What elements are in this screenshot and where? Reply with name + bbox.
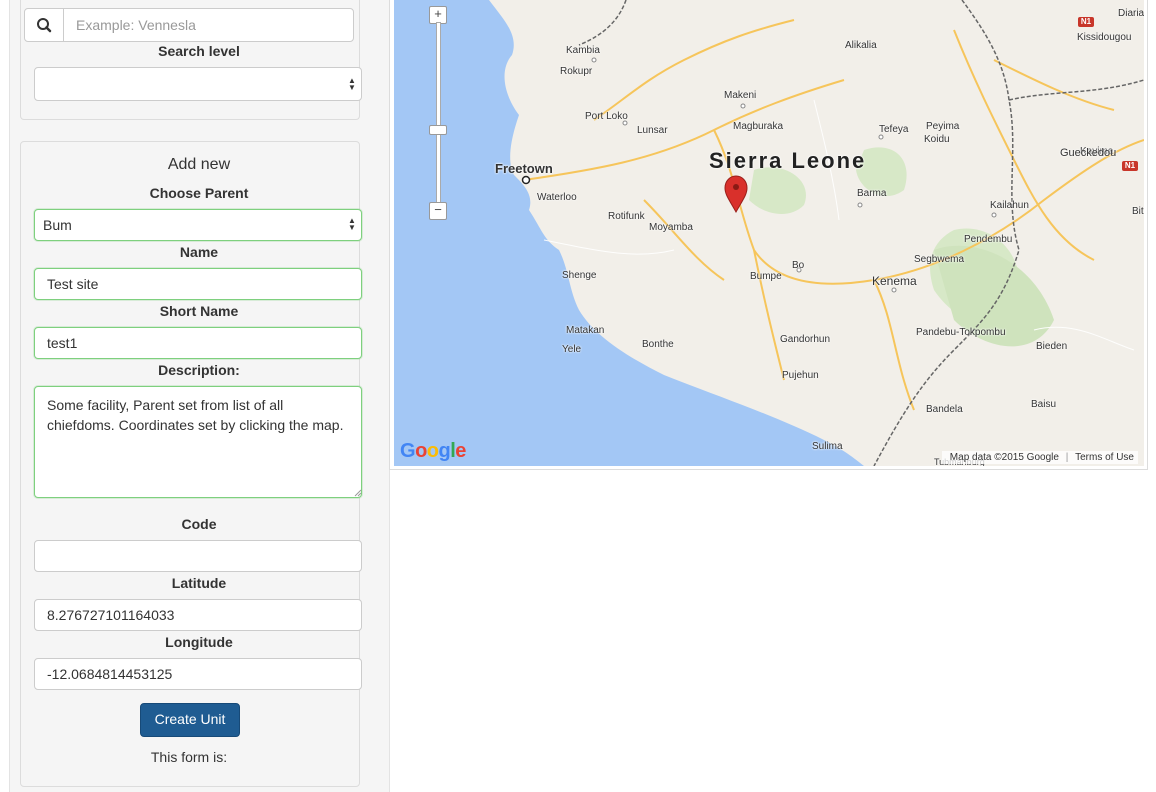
place-label: Sulima <box>812 441 843 452</box>
description-label: Description: <box>158 362 240 378</box>
name-label: Name <box>179 244 219 260</box>
city-label-freetown: Freetown <box>495 161 553 176</box>
place-label: Gandorhun <box>780 334 831 345</box>
place-label: Tefeya <box>879 124 909 135</box>
short-name-input[interactable]: test1 <box>34 327 362 359</box>
choose-parent-label: Choose Parent <box>149 185 249 201</box>
road-shield: N1 <box>1122 161 1138 171</box>
search-level-label: Search level <box>158 43 240 59</box>
zoom-out-button[interactable]: − <box>429 202 447 220</box>
place-label: Segbwema <box>914 254 965 265</box>
place-label: Baisu <box>1031 399 1057 410</box>
country-label: Sierra Leone <box>709 148 867 173</box>
code-label: Code <box>181 516 217 532</box>
search-level-select[interactable]: ▲ ▼ <box>34 67 362 101</box>
search-input[interactable]: Example: Vennesla <box>63 8 354 42</box>
place-label: Alikalia <box>845 40 877 51</box>
place-label: Bumpe <box>750 271 782 282</box>
choose-parent-value: Bum <box>34 209 362 241</box>
place-label: Gueckedou <box>1060 147 1117 159</box>
place-label: Lunsar <box>637 125 668 136</box>
zoom-slider-track[interactable] <box>436 22 441 212</box>
map-attribution: Map data ©2015 Google | Terms of Use <box>941 451 1138 464</box>
place-label: Waterloo <box>537 192 577 203</box>
map[interactable]: Diaria Kissidougou Kambia Alikalia Rokup… <box>394 0 1144 466</box>
place-label: Koidu <box>924 134 950 145</box>
form-status-text: This form is: <box>150 749 228 765</box>
place-label: Bandela <box>926 404 963 415</box>
place-label: Yele <box>562 344 582 355</box>
terms-of-use-link[interactable]: Terms of Use <box>1075 452 1134 463</box>
place-label: Matakan <box>566 325 605 336</box>
place-label: Bo <box>792 260 805 271</box>
place-label: Bieden <box>1036 341 1068 352</box>
place-label: Kissidougou <box>1077 32 1132 43</box>
search-group: Example: Vennesla <box>24 8 354 42</box>
add-new-title: Add new <box>167 156 231 173</box>
place-label: Bonthe <box>642 339 674 350</box>
code-input[interactable] <box>34 540 362 572</box>
place-label: Moyamba <box>649 222 693 233</box>
road-shield: N1 <box>1078 17 1094 27</box>
create-unit-button[interactable]: Create Unit <box>140 703 240 737</box>
zoom-control: + − <box>428 4 448 220</box>
select-arrows-icon: ▲ ▼ <box>348 216 356 232</box>
place-label: Barma <box>857 188 887 199</box>
select-arrows-icon: ▲ ▼ <box>348 76 356 92</box>
place-label: Port Loko <box>585 111 628 122</box>
search-button[interactable] <box>24 8 64 42</box>
place-label: Shenge <box>562 270 597 281</box>
place-label: Kambia <box>566 45 600 56</box>
search-icon <box>37 18 52 33</box>
resize-handle-icon[interactable] <box>354 489 362 497</box>
place-label: Rokupr <box>560 66 593 77</box>
map-data-text: Map data ©2015 Google <box>949 452 1059 463</box>
place-label: Kailahun <box>990 200 1029 211</box>
map-base <box>394 0 1144 466</box>
google-logo: Google <box>400 440 466 462</box>
city-label-kenema: Kenema <box>872 274 917 288</box>
longitude-label: Longitude <box>165 634 233 650</box>
name-input[interactable]: Test site <box>34 268 362 300</box>
place-label: Peyima <box>926 121 960 132</box>
place-label: Pandebu-Tokpombu <box>916 327 1006 338</box>
latitude-label: Latitude <box>171 575 227 591</box>
description-textarea[interactable] <box>34 386 362 498</box>
place-label: Diaria <box>1118 8 1144 19</box>
zoom-slider-thumb[interactable] <box>429 125 447 135</box>
place-label: Makeni <box>724 90 757 101</box>
choose-parent-select[interactable]: Bum ▲ ▼ <box>34 209 362 241</box>
place-label: Pujehun <box>782 370 819 381</box>
search-level-value <box>34 67 362 101</box>
capital-dot <box>521 175 531 185</box>
short-name-label: Short Name <box>159 303 239 319</box>
place-label: Pendembu <box>964 234 1013 245</box>
place-label: Rotifunk <box>608 211 645 222</box>
place-label: Bit <box>1132 206 1144 217</box>
place-label: Magburaka <box>733 121 784 132</box>
longitude-input[interactable]: -12.0684814453125 <box>34 658 362 690</box>
latitude-input[interactable]: 8.276727101164033 <box>34 599 362 631</box>
